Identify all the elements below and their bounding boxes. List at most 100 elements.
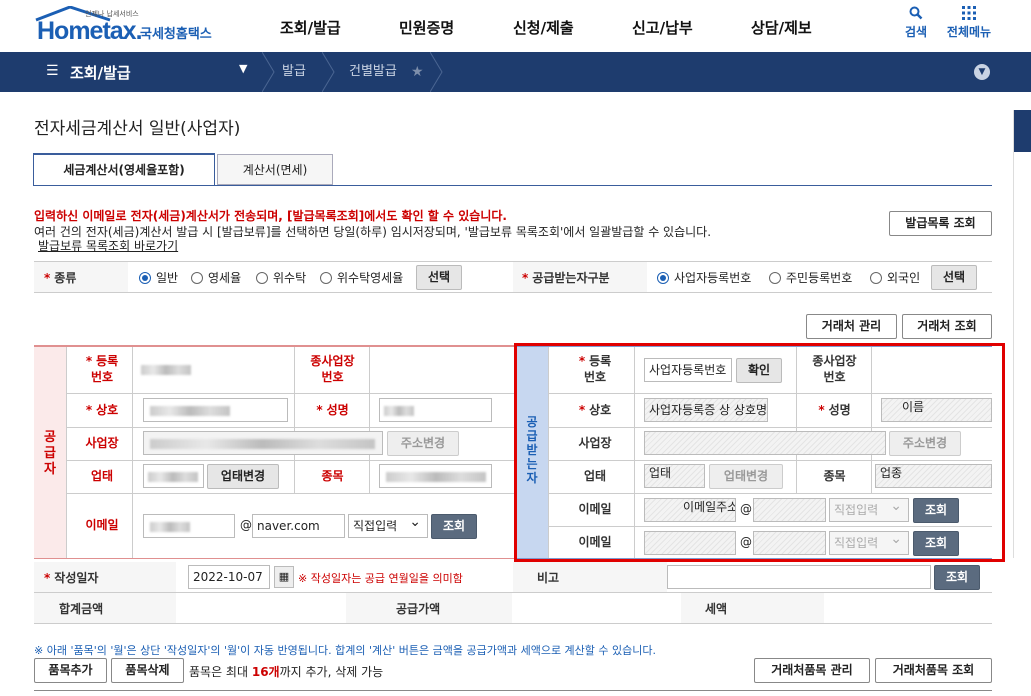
client-item-search-button[interactable]: 거래처품목 조회 — [875, 658, 992, 683]
divider — [132, 347, 133, 558]
supplier-side-label: 공급자 — [44, 430, 56, 477]
add-item-button[interactable]: 품목추가 — [34, 658, 107, 683]
client-item-manage-button[interactable]: 거래처품목 관리 — [754, 658, 870, 683]
client-manage-button[interactable]: 거래처 관리 — [806, 314, 897, 339]
supplier-address-change-button[interactable]: 주소변경 — [387, 431, 459, 456]
memo-search-button[interactable]: 조회 — [934, 565, 980, 590]
divider — [34, 292, 992, 293]
divider — [66, 493, 514, 494]
highlight-box — [514, 343, 1005, 562]
section-menu[interactable]: ☰ 조회/발급 ▼ — [0, 52, 262, 92]
supplier-name-label: * 성명 — [316, 403, 349, 417]
divider — [66, 427, 514, 428]
divider — [34, 623, 992, 624]
divider — [369, 347, 370, 493]
supplier-email-at: @ — [240, 518, 252, 532]
kind-select-button[interactable]: 선택 — [416, 265, 462, 290]
hometax-logo[interactable]: 언제나 납세서비스 Hometax. 국세청홈택스 — [32, 4, 222, 46]
supplier-email-label: 이메일 — [85, 518, 119, 532]
divider — [34, 592, 992, 593]
supplier-email-search-button[interactable]: 조회 — [431, 514, 477, 539]
supplier-company-input[interactable] — [143, 398, 288, 422]
supplier-email-domain-select[interactable]: 직접입력 — [348, 511, 428, 538]
supplier-address-input[interactable] — [143, 431, 383, 455]
tab-underline — [34, 185, 992, 186]
kind-general-radio[interactable]: 일반 — [139, 269, 178, 286]
label-bg — [681, 593, 824, 623]
receiver-resident-no-radio[interactable]: 주민등록번호 — [769, 269, 852, 286]
receiver-type-label: * 공급받는자구분 — [522, 271, 610, 285]
breadcrumb-separator — [430, 52, 443, 92]
item-limit-text: 품목은 최대 16개까지 추가, 삭제 가능 — [189, 665, 384, 679]
supplier-sub-biz-label: 종사업장 번호 — [310, 354, 355, 384]
memo-input[interactable] — [667, 565, 931, 589]
kind-label: * 종류 — [44, 271, 77, 285]
gnb-certificate[interactable]: 민원증명 — [399, 17, 454, 38]
supplier-email-domain-input[interactable]: naver.com — [252, 514, 345, 538]
search-icon — [909, 6, 923, 20]
supplier-item-label: 종목 — [321, 469, 344, 483]
supplier-reg-no-value — [141, 365, 191, 375]
breadcrumb-separator — [262, 52, 275, 92]
receiver-select-button[interactable]: 선택 — [931, 265, 977, 290]
gnb-report[interactable]: 신고/납부 — [632, 17, 693, 38]
gnb-apply[interactable]: 신청/제출 — [513, 17, 574, 38]
divider — [66, 393, 514, 394]
total-amount-label: 합계금액 — [59, 602, 104, 616]
grid-menu-icon — [962, 6, 976, 20]
receiver-biz-no-radio[interactable]: 사업자등록번호 — [657, 269, 751, 286]
tab-invoice-exempt[interactable]: 계산서(면세) — [217, 154, 333, 185]
divider — [294, 347, 295, 493]
supplier-item-input[interactable] — [379, 464, 492, 488]
kind-consign-zero-radio[interactable]: 위수탁영세율 — [320, 269, 403, 286]
kind-zero-rate-radio[interactable]: 영세율 — [191, 269, 241, 286]
supplier-email-id-input[interactable] — [143, 514, 235, 538]
items-notice: ※ 아래 '품목'의 '월'은 상단 '작성일자'의 '월'이 자동 반영됩니다… — [34, 644, 657, 657]
chevron-down-icon[interactable]: ▼ — [974, 64, 990, 80]
divider — [66, 347, 67, 558]
supplier-biz-type-label: 업태 — [90, 469, 114, 483]
issue-list-button[interactable]: 발급목록 조회 — [889, 211, 992, 236]
label-bg — [34, 593, 176, 623]
search-button[interactable]: 검색 — [901, 6, 931, 40]
gnb-inquiry[interactable]: 조회/발급 — [280, 17, 341, 38]
all-menu-button[interactable]: 전체메뉴 — [942, 6, 996, 40]
supplier-biz-type-input[interactable] — [143, 464, 204, 488]
breadcrumb-separator — [322, 52, 335, 92]
favorite-star-icon[interactable]: ★ — [411, 52, 424, 92]
tax-amount-label: 세액 — [705, 602, 728, 616]
site-header: 언제나 납세서비스 Hometax. 국세청홈택스 조회/발급 민원증명 신청/… — [0, 0, 1031, 52]
breadcrumb-bar: ☰ 조회/발급 ▼ 발급 건별발급 ★ ▼ — [0, 52, 1031, 92]
breadcrumb-issue[interactable]: 발급 — [282, 52, 306, 92]
write-date-label: * 작성일자 — [44, 571, 99, 585]
supply-amount-label: 공급가액 — [396, 602, 441, 616]
delete-item-button[interactable]: 품목삭제 — [111, 658, 184, 683]
divider — [34, 690, 992, 691]
caret-down-icon: ▼ — [239, 62, 248, 75]
supplier-name-input[interactable] — [379, 398, 492, 422]
divider — [66, 460, 514, 461]
write-date-input[interactable]: 2022-10-07 — [188, 565, 270, 589]
side-panel-header — [1014, 110, 1031, 152]
logo-brand: Hometax. — [37, 17, 143, 45]
breadcrumb-single-issue[interactable]: 건별발급 — [349, 52, 397, 92]
tab-tax-invoice[interactable]: 세금계산서(영세율포함) — [33, 153, 215, 186]
side-quick-panel — [1013, 110, 1031, 558]
hamburger-icon: ☰ — [46, 63, 59, 79]
logo-subtitle: 국세청홈택스 — [140, 27, 212, 42]
section-title: 조회/발급 — [70, 64, 131, 82]
calendar-icon[interactable]: ▦ — [274, 566, 294, 588]
write-date-note: ※ 작성일자는 공급 연월일을 의미함 — [298, 572, 463, 585]
receiver-foreigner-radio[interactable]: 외국인 — [870, 269, 920, 286]
supplier-biz-type-change-button[interactable]: 업태변경 — [207, 464, 279, 489]
supplier-address-label: 사업장 — [85, 436, 119, 450]
client-search-button[interactable]: 거래처 조회 — [902, 314, 992, 339]
hold-list-link[interactable]: 발급보류 목록조회 바로가기 — [38, 237, 178, 254]
memo-label: 비고 — [537, 571, 560, 585]
supplier-company-label: * 상호 — [85, 403, 119, 417]
page-title: 전자세금계산서 일반(사업자) — [34, 119, 241, 139]
gnb-consult[interactable]: 상담/제보 — [751, 17, 812, 38]
kind-consign-radio[interactable]: 위수탁 — [256, 269, 306, 286]
supplier-reg-no-label: * 등록 번호 — [85, 354, 119, 384]
notice-email: 입력하신 이메일로 전자(세금)계산서가 전송되며, [발급목록조회]에서도 확… — [34, 209, 507, 223]
